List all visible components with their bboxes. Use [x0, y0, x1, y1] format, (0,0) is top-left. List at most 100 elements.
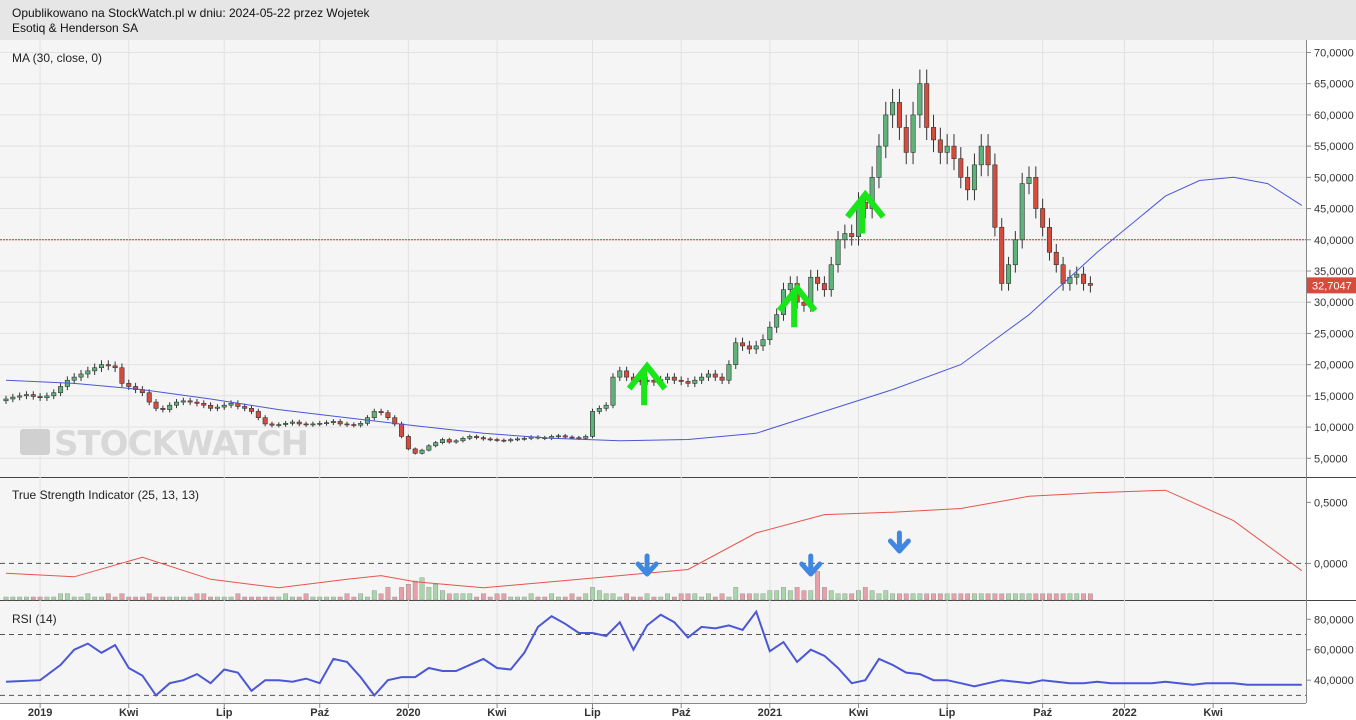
candle-up	[665, 376, 671, 380]
candle-up	[283, 423, 289, 425]
candle-down	[815, 276, 821, 284]
candle-down	[255, 411, 261, 418]
candle-up	[753, 345, 759, 350]
volume-bar	[201, 593, 207, 601]
volume-bar	[24, 596, 29, 601]
price-tick-label: 30,0000	[1314, 297, 1354, 309]
volume-bar	[1006, 593, 1011, 601]
candle-down	[501, 439, 507, 442]
candle-down	[201, 403, 207, 406]
volume-bar	[856, 590, 861, 601]
candle-up	[590, 411, 596, 437]
volume-bar	[910, 593, 916, 601]
candle-down	[931, 127, 937, 141]
x-tick-label: 2020	[396, 707, 420, 719]
volume-bar	[556, 596, 561, 601]
candle-up	[58, 386, 64, 394]
rsi-tick-label: 40,0000	[1314, 675, 1354, 687]
candle-down	[446, 439, 452, 443]
x-tick-label: Kwi	[487, 707, 507, 719]
volume-bar	[746, 593, 752, 601]
candle-up	[883, 114, 889, 147]
volume-bar	[801, 590, 807, 601]
candle-up	[733, 342, 739, 365]
volume-bar	[965, 593, 971, 601]
volume-bar	[371, 590, 377, 601]
volume-bar	[92, 596, 98, 601]
candle-up	[453, 440, 459, 443]
candle-down	[405, 436, 411, 450]
volume-bar	[51, 596, 57, 601]
price-panel-bg	[0, 40, 1306, 477]
volume-bar	[794, 587, 800, 601]
candle-up	[978, 145, 984, 166]
volume-bar	[433, 584, 439, 601]
volume-bar	[446, 593, 452, 601]
price-tick-label: 65,0000	[1314, 79, 1354, 91]
candle-up	[330, 421, 336, 423]
volume-bar	[37, 596, 43, 601]
candle-down	[494, 439, 500, 441]
candle-up	[944, 145, 950, 153]
price-tick-label: 5,0000	[1314, 453, 1348, 465]
volume-bar	[726, 596, 732, 601]
candle-down	[569, 436, 575, 439]
volume-bar	[208, 596, 213, 601]
candle-up	[699, 376, 705, 381]
volume-bar	[706, 593, 711, 601]
candle-down	[712, 373, 718, 378]
volume-bar	[631, 596, 636, 601]
tsi-y-axis: 0,0000 0,5000	[1306, 497, 1348, 570]
candle-down	[719, 376, 725, 381]
candle-down	[951, 145, 957, 159]
candle-down	[992, 164, 998, 228]
candle-up	[426, 445, 432, 451]
volume-bar	[617, 596, 623, 601]
candle-up	[167, 404, 173, 410]
volume-bar	[760, 593, 766, 601]
volume-bar	[399, 587, 404, 601]
candle-up	[371, 411, 377, 418]
volume-bar	[426, 587, 432, 601]
candle-down	[112, 365, 118, 369]
volume-bar	[678, 593, 684, 601]
volume-bar	[944, 593, 950, 601]
volume-bar	[569, 593, 575, 601]
volume-bar	[549, 593, 555, 601]
candle-down	[474, 436, 480, 438]
price-tag-label: 32,7047	[1312, 280, 1352, 292]
volume-bar	[460, 593, 466, 601]
stock-chart: STOCKWATCH 5,0000 10,0000 15,0000 20,0000 25…	[0, 40, 1356, 719]
volume-bar	[153, 596, 159, 601]
candle-up	[439, 439, 445, 443]
tsi-tick-label: 0,0000	[1314, 558, 1348, 570]
volume-bar	[951, 593, 957, 601]
candle-up	[51, 392, 57, 397]
candle-down	[126, 383, 132, 387]
ma-panel-title: MA (30, close, 0)	[12, 51, 102, 65]
volume-bar	[17, 596, 23, 601]
volume-bar	[440, 590, 445, 601]
volume-bar	[392, 596, 398, 601]
rsi-panel-title: RSI (14)	[12, 612, 57, 626]
volume-bar	[310, 596, 316, 601]
candle-down	[262, 417, 268, 425]
candle-up	[1074, 273, 1080, 278]
volume-bar	[105, 593, 111, 601]
candle-up	[180, 400, 186, 403]
volume-bar	[194, 593, 200, 601]
volume-bar	[344, 593, 350, 601]
volume-bar	[215, 596, 220, 601]
price-y-axis: 5,0000 10,0000 15,0000 20,0000 25,0000 30,000…	[1306, 47, 1354, 465]
volume-bar	[644, 593, 650, 601]
candle-up	[583, 436, 589, 439]
volume-bar	[276, 596, 282, 601]
watermark-text: STOCKWATCH	[54, 424, 308, 464]
volume-bar	[126, 596, 132, 601]
candle-down	[412, 448, 418, 454]
volume-bar	[262, 596, 268, 601]
volume-bar	[528, 593, 534, 601]
candle-up	[71, 376, 77, 381]
volume-bar	[1047, 593, 1052, 601]
volume-bar	[453, 593, 459, 601]
